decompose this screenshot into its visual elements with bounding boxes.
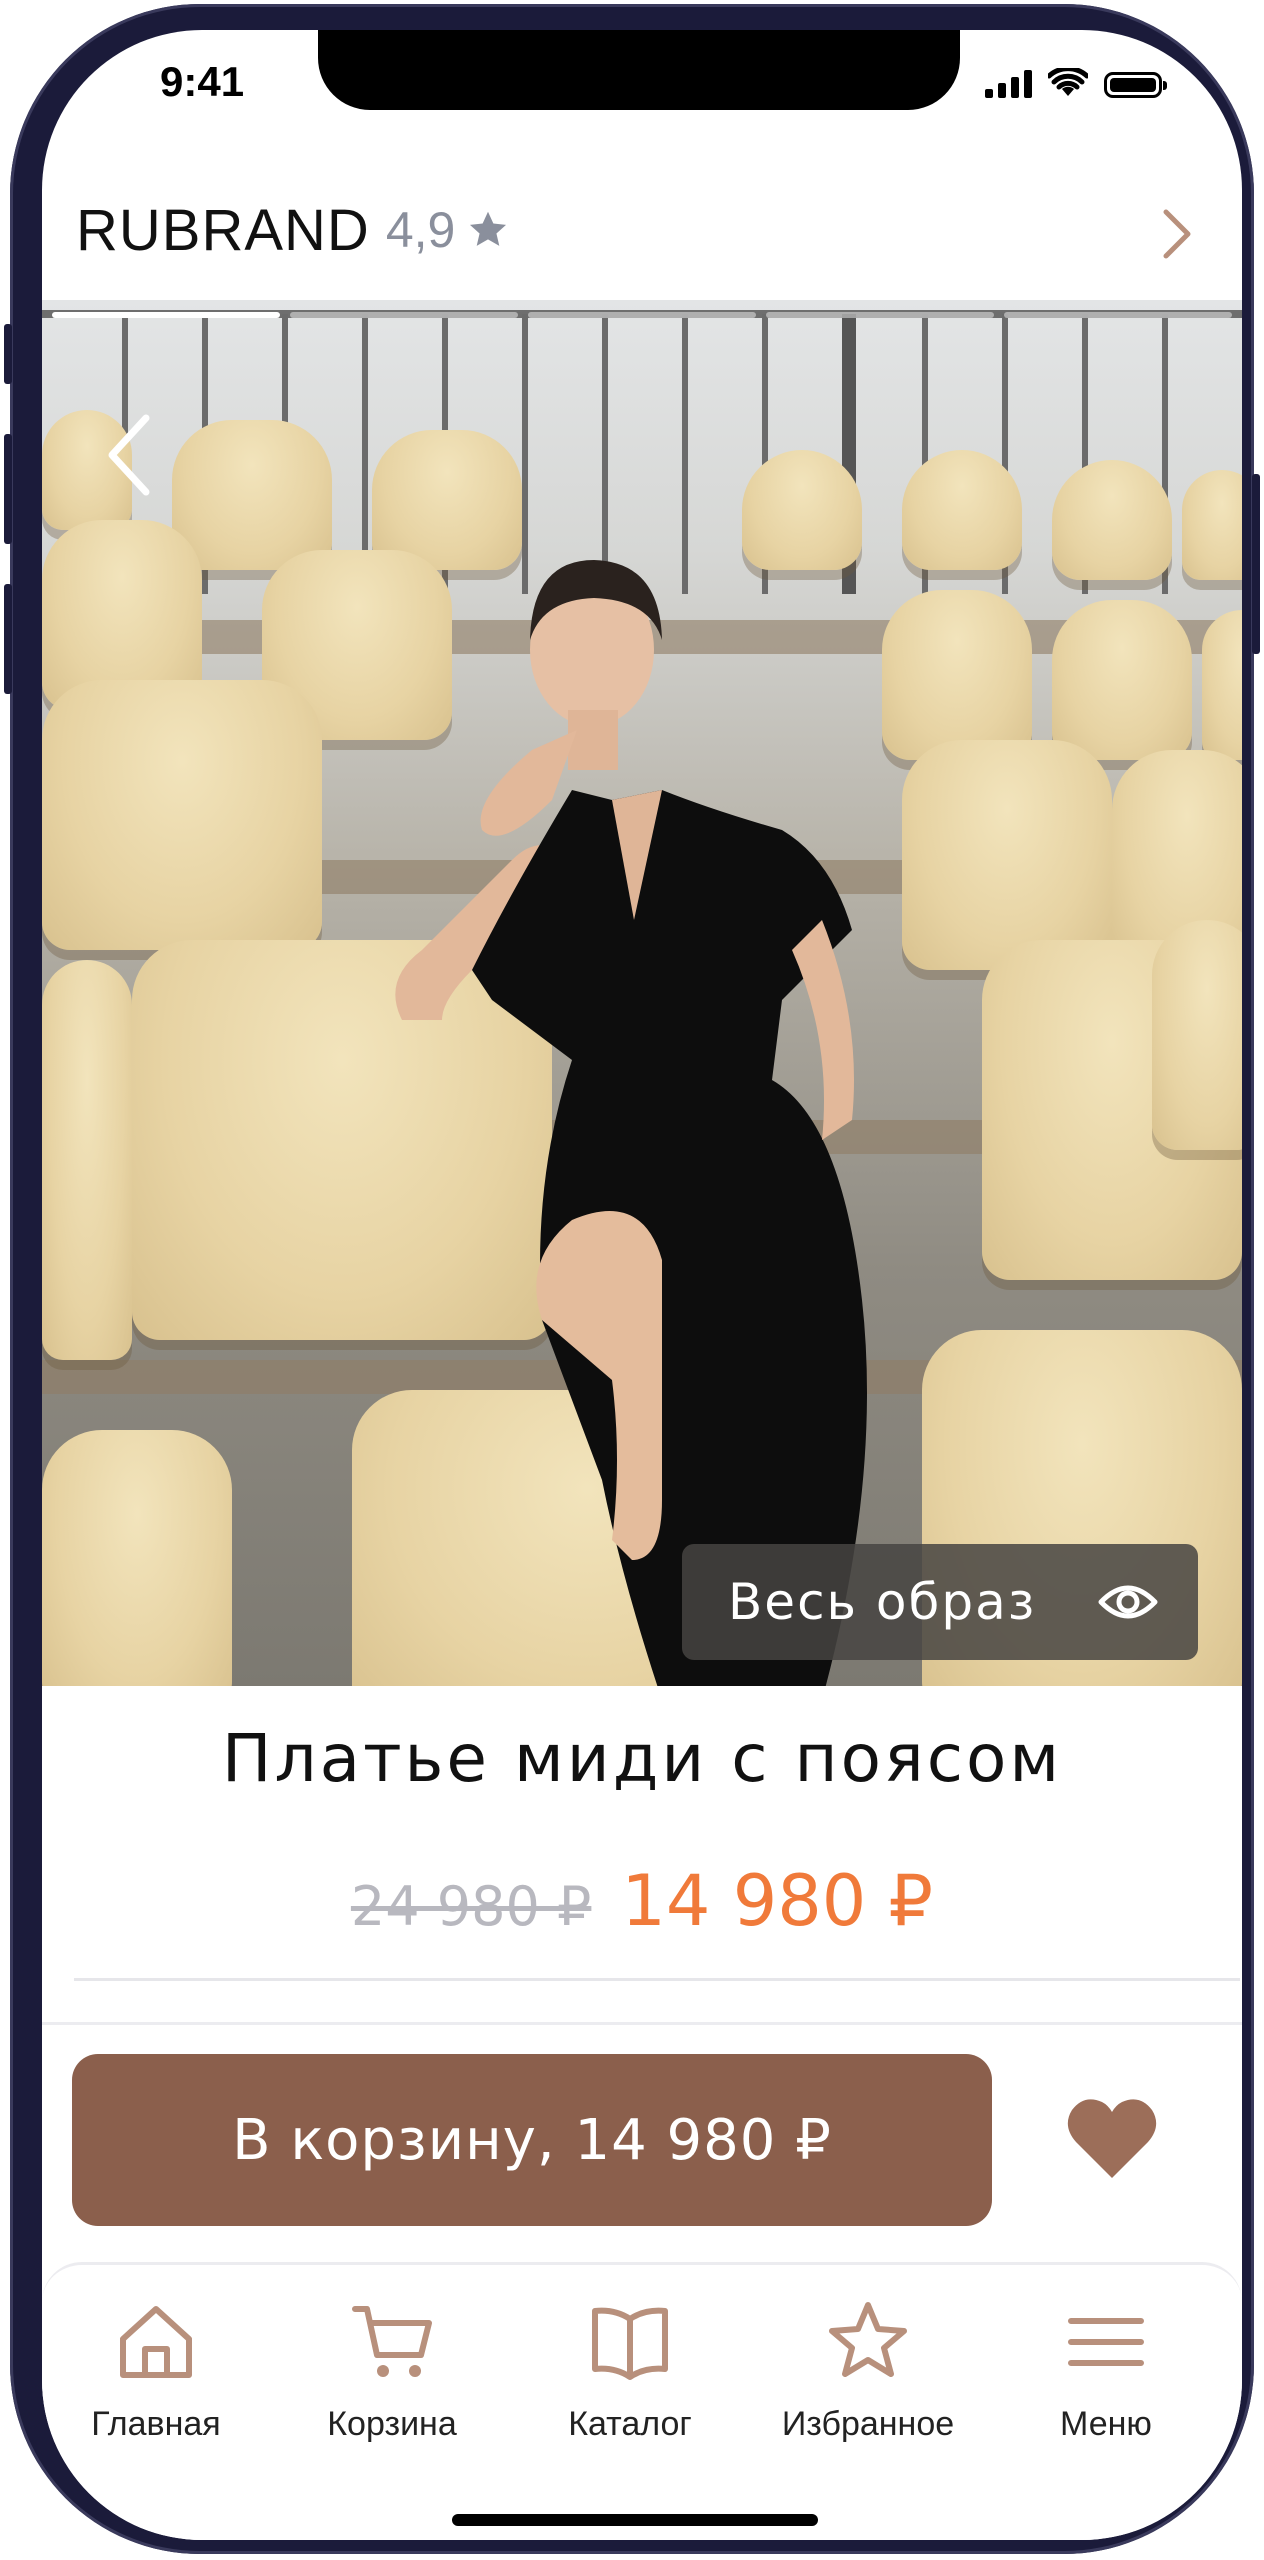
screen: 9:41 RUBRAND 4,9 Весь образ Платье миди … bbox=[42, 30, 1242, 2540]
add-to-cart-button[interactable]: В корзину, 14 980 ₽ bbox=[72, 2054, 992, 2226]
price-row: 24 980 ₽ 14 980 ₽ bbox=[42, 1860, 1242, 1942]
home-indicator[interactable] bbox=[452, 2514, 818, 2526]
tab-label: Меню bbox=[1060, 2405, 1152, 2443]
product-title: Платье миди с поясом bbox=[221, 1720, 1063, 1797]
gallery-progress-segment bbox=[1004, 312, 1232, 318]
tab-cart[interactable]: Корзина bbox=[272, 2299, 512, 2469]
wifi-icon bbox=[1048, 68, 1088, 96]
stadium-seat bbox=[172, 420, 332, 570]
model-figure bbox=[395, 560, 867, 1686]
status-time: 9:41 bbox=[160, 58, 245, 105]
brand-name[interactable]: RUBRAND bbox=[76, 197, 370, 264]
tab-favorites[interactable]: Избранное bbox=[748, 2299, 988, 2469]
stadium-seat bbox=[42, 680, 322, 950]
power-button bbox=[1252, 474, 1260, 654]
brand-rating: 4,9 bbox=[385, 202, 456, 258]
tab-catalog[interactable]: Каталог bbox=[510, 2299, 750, 2469]
gallery-progress-segment bbox=[52, 312, 280, 318]
phone-frame: 9:41 RUBRAND 4,9 Весь образ Платье миди … bbox=[4, 4, 1260, 2554]
book-icon bbox=[592, 2307, 668, 2380]
stadium-seat bbox=[1202, 610, 1242, 760]
tab-label: Избранное bbox=[781, 2405, 955, 2443]
star-outline-icon bbox=[829, 2302, 907, 2377]
stadium-seat bbox=[42, 1430, 232, 1686]
heart-icon[interactable] bbox=[1062, 2090, 1162, 2190]
old-price: 24 980 ₽ bbox=[350, 1875, 592, 1938]
eye-icon bbox=[1098, 1585, 1158, 1619]
stadium-seat bbox=[1052, 600, 1192, 760]
divider bbox=[42, 2022, 1242, 2025]
divider bbox=[74, 1978, 1240, 1981]
view-look-label: Весь образ bbox=[728, 1573, 1037, 1631]
product-photo[interactable]: Весь образ bbox=[42, 300, 1242, 1686]
tab-label: Корзина bbox=[327, 2405, 457, 2443]
star-icon bbox=[470, 211, 507, 246]
chevron-left-icon[interactable] bbox=[102, 410, 162, 500]
stadium-seat bbox=[1182, 470, 1242, 580]
cellular-signal-icon bbox=[985, 70, 1032, 98]
gallery-progress-segment bbox=[290, 312, 518, 318]
gallery-progress-segment bbox=[766, 312, 994, 318]
tab-bar: Главная Корзина Каталог Избранное Меню bbox=[42, 2262, 1242, 2540]
status-icons bbox=[985, 68, 1167, 98]
tab-label: Главная bbox=[91, 2405, 221, 2443]
view-look-button[interactable]: Весь образ bbox=[682, 1544, 1198, 1660]
tab-home[interactable]: Главная bbox=[42, 2299, 276, 2469]
tab-label: Каталог bbox=[568, 2405, 692, 2443]
cart-icon bbox=[352, 2306, 432, 2377]
brand-header[interactable]: RUBRAND 4,9 bbox=[42, 160, 1242, 300]
stadium-seat bbox=[1152, 920, 1242, 1150]
notch bbox=[318, 30, 960, 110]
volume-up-button bbox=[4, 434, 12, 544]
volume-down-button bbox=[4, 584, 12, 694]
chevron-right-icon[interactable] bbox=[1152, 204, 1202, 264]
stadium-seat bbox=[1052, 460, 1172, 580]
battery-icon bbox=[1104, 72, 1167, 98]
tab-menu[interactable]: Меню bbox=[986, 2299, 1226, 2469]
gallery-progress bbox=[52, 312, 1232, 318]
gallery-progress-segment bbox=[528, 312, 756, 318]
stadium-seat bbox=[42, 960, 132, 1360]
silent-switch bbox=[4, 324, 12, 384]
home-icon bbox=[120, 2306, 192, 2378]
sale-price: 14 980 ₽ bbox=[621, 1860, 934, 1942]
menu-icon bbox=[1068, 2318, 1144, 2366]
